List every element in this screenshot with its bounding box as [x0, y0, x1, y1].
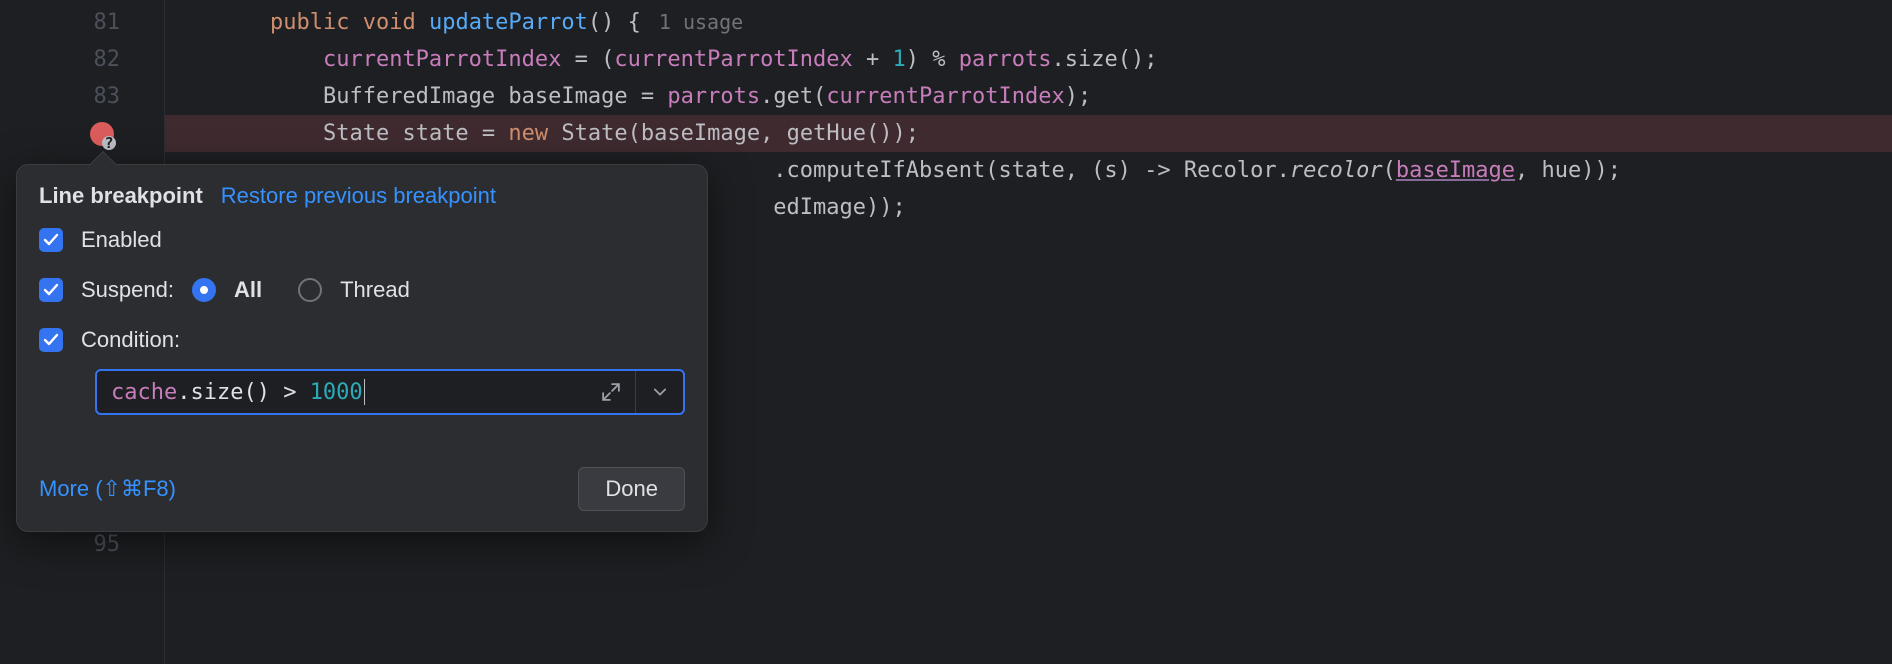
- condition-label: Condition:: [81, 327, 180, 353]
- code-line[interactable]: currentParrotIndex = (currentParrotIndex…: [165, 41, 1892, 78]
- condition-history-dropdown[interactable]: [635, 371, 683, 413]
- line-number: 82: [0, 41, 120, 78]
- condition-checkbox[interactable]: [39, 328, 63, 352]
- suspend-all-radio[interactable]: [192, 278, 216, 302]
- enabled-checkbox[interactable]: [39, 228, 63, 252]
- code-line[interactable]: BufferedImage baseImage = parrots.get(cu…: [165, 78, 1892, 115]
- breakpoint-popup: Line breakpoint Restore previous breakpo…: [16, 164, 708, 532]
- line-number: 81: [0, 4, 120, 41]
- expand-icon: [602, 383, 620, 401]
- check-icon: [43, 282, 59, 298]
- suspend-checkbox[interactable]: [39, 278, 63, 302]
- check-icon: [43, 332, 59, 348]
- breakpoint-condition-badge: ?: [102, 136, 116, 150]
- popup-title: Line breakpoint: [39, 183, 203, 209]
- usages-lens[interactable]: 1 usage: [641, 10, 743, 34]
- condition-input-wrap: cache.size() > 1000: [95, 369, 685, 415]
- more-breakpoint-options-link[interactable]: More (⇧⌘F8): [39, 476, 176, 502]
- enabled-label: Enabled: [81, 227, 162, 253]
- chevron-down-icon: [653, 385, 667, 399]
- line-number: 83: [0, 78, 120, 115]
- done-button[interactable]: Done: [578, 467, 685, 511]
- code-line[interactable]: public void updateParrot() {1 usage: [165, 4, 1892, 41]
- breakpoint-icon[interactable]: ?: [90, 122, 114, 146]
- restore-previous-breakpoint-link[interactable]: Restore previous breakpoint: [221, 183, 496, 209]
- suspend-all-label: All: [234, 277, 262, 303]
- condition-input[interactable]: cache.size() > 1000: [97, 371, 587, 413]
- breakpoint-gutter-row[interactable]: ?: [0, 115, 165, 152]
- check-icon: [43, 232, 59, 248]
- expand-condition-button[interactable]: [587, 371, 635, 413]
- code-line-breakpoint[interactable]: State state = new State(baseImage, getHu…: [165, 115, 1892, 152]
- suspend-label: Suspend:: [81, 277, 174, 303]
- suspend-thread-radio[interactable]: [298, 278, 322, 302]
- suspend-thread-label: Thread: [340, 277, 410, 303]
